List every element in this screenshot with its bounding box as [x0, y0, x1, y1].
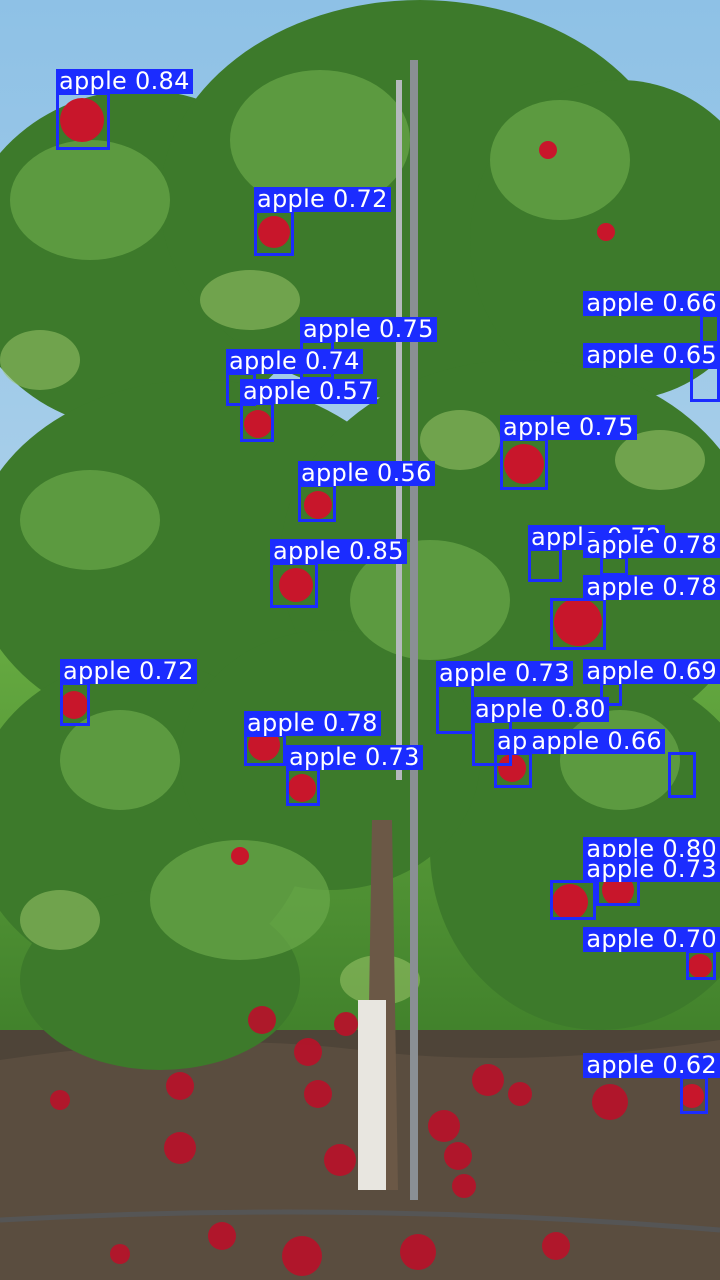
detection-label: apple 0.62	[583, 1053, 720, 1078]
detection-label: apple 0.73	[436, 661, 573, 686]
detection-box: apple 0.73	[286, 745, 423, 806]
detection-label: apple 0.74	[226, 349, 363, 374]
detection-box: apple 0.73	[550, 857, 720, 920]
detection-box: apple 0.72	[254, 187, 391, 256]
detection-label: apple 0.75	[300, 317, 437, 342]
detection-label: apple 0.65	[583, 343, 720, 368]
detection-box: apple 0.84	[56, 69, 193, 150]
detection-label: apple 0.80	[472, 697, 609, 722]
detection-label: apple 0.69	[583, 659, 720, 684]
detection-label: apple 0.72	[60, 659, 197, 684]
detection-box: apple 0.78	[244, 711, 381, 766]
detection-label: apple 0.84	[56, 69, 193, 94]
detection-box: apple 0.65	[583, 343, 720, 402]
photo-scene: apple 0.84 apple 0.72 apple 0.66 apple 0…	[0, 0, 720, 1280]
detection-box: apple 0.73	[436, 661, 573, 734]
detection-box: apple 0.70	[583, 927, 720, 980]
detection-box: apple 0.85	[270, 539, 407, 608]
detection-box: apple 0.66	[528, 729, 696, 798]
detection-label: apple 0.72	[254, 187, 391, 212]
detection-label: apple 0.78	[583, 575, 720, 600]
detection-box: apple 0.78	[550, 575, 720, 650]
detection-box: apple 0.62	[583, 1053, 720, 1114]
detection-box: apple 0.66	[583, 291, 720, 344]
detection-label: apple 0.78	[244, 711, 381, 736]
detection-label: apple 0.73	[286, 745, 423, 770]
detection-label: apple 0.70	[583, 927, 720, 952]
detection-box: apple 0.72	[528, 525, 665, 582]
detection-label: apple 0.73	[583, 857, 720, 882]
detection-label: apple 0.56	[298, 461, 435, 486]
detection-box: apple 0.73	[494, 729, 631, 788]
detection-label: apple 0.57	[240, 379, 377, 404]
detection-box: apple 0.72	[60, 659, 197, 726]
detection-box: apple 0.57	[240, 379, 377, 442]
detection-box: apple 0.56	[298, 461, 435, 522]
detection-label: apple 0.85	[270, 539, 407, 564]
detection-label: apple 0.75	[500, 415, 637, 440]
detection-label: apple 0.78	[583, 533, 720, 558]
detection-label: apple 0.66	[528, 729, 665, 754]
detection-label: apple 0.66	[583, 291, 720, 316]
detection-box: apple 0.75	[500, 415, 637, 490]
